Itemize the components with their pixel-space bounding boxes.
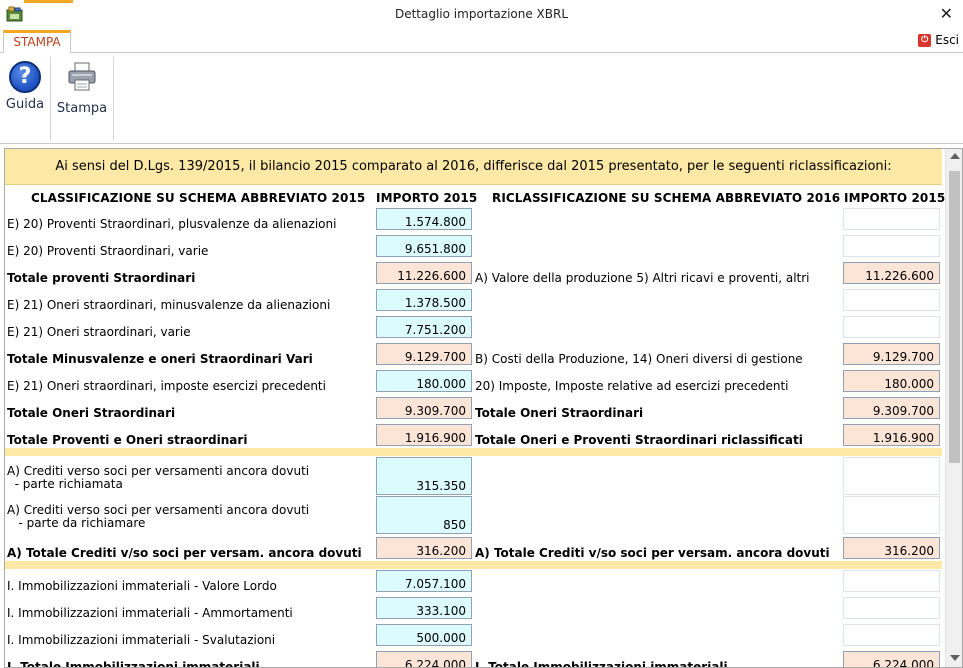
stampa-label: Stampa bbox=[56, 101, 108, 116]
exit-label: Esci bbox=[935, 33, 959, 47]
row-label: Totale proventi Straordinari bbox=[7, 271, 196, 285]
row-label-right: A) Valore della produzione 5) Altri rica… bbox=[475, 271, 810, 285]
help-icon: ? bbox=[9, 61, 41, 93]
row-label: A) Crediti verso soci per versamenti anc… bbox=[7, 503, 310, 517]
scroll-thumb[interactable] bbox=[949, 171, 960, 463]
row-label: Totale Proventi e Oneri straordinari bbox=[7, 433, 248, 447]
amount-cell: 315.350 bbox=[376, 457, 472, 495]
section-separator bbox=[5, 561, 942, 569]
amount-cell-empty bbox=[843, 496, 940, 534]
amount-cell: 316.200 bbox=[376, 537, 472, 559]
exit-button[interactable]: ⏻ Esci bbox=[918, 33, 959, 47]
report-frame: Ai sensi del D.Lgs. 139/2015, il bilanci… bbox=[4, 148, 963, 668]
amount-cell-right: 316.200 bbox=[843, 537, 940, 559]
close-icon[interactable]: ✕ bbox=[940, 4, 953, 23]
ribbon-separator bbox=[113, 57, 114, 141]
amount-cell: 9.129.700 bbox=[376, 343, 472, 365]
amount-cell: 180.000 bbox=[376, 370, 472, 392]
amount-cell-right: 11.226.600 bbox=[843, 262, 940, 284]
ribbon: ? Guida Stampa bbox=[0, 53, 963, 144]
row-label-right: A) Totale Crediti v/so soci per versam. … bbox=[475, 546, 830, 560]
amount-cell-empty bbox=[843, 289, 940, 311]
amount-cell-right: 180.000 bbox=[843, 370, 940, 392]
amount-cell: 7.751.200 bbox=[376, 316, 472, 338]
row-label-sub: - parte da richiamare bbox=[7, 516, 146, 530]
row-label-right: B) Costi della Produzione, 14) Oneri div… bbox=[475, 352, 803, 366]
amount-cell-right: 9.129.700 bbox=[843, 343, 940, 365]
row-label-sub: - parte richiamata bbox=[7, 477, 123, 491]
amount-cell: 11.226.600 bbox=[376, 262, 472, 284]
amount-cell: 333.100 bbox=[376, 597, 472, 619]
row-label: E) 21) Oneri straordinari, varie bbox=[7, 325, 191, 339]
power-icon: ⏻ bbox=[918, 33, 932, 47]
row-label-right: Totale Oneri Straordinari bbox=[475, 406, 644, 420]
amount-cell: 500.000 bbox=[376, 624, 472, 646]
header-classificazione-2015: CLASSIFICAZIONE SU SCHEMA ABBREVIATO 201… bbox=[31, 191, 366, 205]
section-separator bbox=[5, 448, 942, 456]
row-label: E) 21) Oneri straordinari, minusvalenze … bbox=[7, 298, 331, 312]
amount-cell-right: 1.916.900 bbox=[843, 424, 940, 446]
amount-cell: 850 bbox=[376, 496, 472, 534]
title-bar: Dettaglio importazione XBRL ✕ bbox=[0, 0, 963, 30]
guida-label: Guida bbox=[5, 97, 45, 112]
amount-cell: 9.309.700 bbox=[376, 397, 472, 419]
window-title: Dettaglio importazione XBRL bbox=[394, 7, 569, 21]
ribbon-tabbar: STAMPA ⏻ Esci bbox=[0, 30, 963, 54]
row-label: I. Totale Immobilizzazioni immateriali bbox=[7, 660, 260, 668]
row-label: A) Totale Crediti v/so soci per versam. … bbox=[7, 546, 362, 560]
amount-cell: 9.651.800 bbox=[376, 235, 472, 257]
row-label-right: I. Totale Immobilizzazioni immateriali bbox=[475, 660, 728, 668]
amount-cell-right: 6.224.000 bbox=[843, 651, 940, 667]
row-label-right: Totale Oneri e Proventi Straordinari ric… bbox=[475, 433, 803, 447]
header-riclassificazione-2016: RICLASSIFICAZIONE SU SCHEMA ABBREVIATO 2… bbox=[492, 191, 841, 205]
header-importo-2015-right: IMPORTO 2015 bbox=[844, 191, 946, 205]
amount-cell-empty bbox=[843, 235, 940, 257]
row-label: E) 21) Oneri straordinari, imposte eserc… bbox=[7, 379, 326, 393]
amount-cell-empty bbox=[843, 570, 940, 592]
tab-stampa[interactable]: STAMPA bbox=[3, 30, 71, 54]
row-label-right: 20) Imposte, Imposte relative ad eserciz… bbox=[475, 379, 789, 393]
notice-banner: Ai sensi del D.Lgs. 139/2015, il bilanci… bbox=[5, 149, 942, 185]
title-accent bbox=[24, 0, 73, 3]
amount-cell: 7.057.100 bbox=[376, 570, 472, 592]
row-label: Totale Oneri Straordinari bbox=[7, 406, 176, 420]
amount-cell-empty bbox=[843, 208, 940, 230]
stampa-button[interactable]: Stampa bbox=[56, 59, 108, 116]
scroll-down-icon[interactable] bbox=[950, 655, 960, 661]
amount-cell: 1.378.500 bbox=[376, 289, 472, 311]
amount-cell-empty bbox=[843, 597, 940, 619]
row-label: A) Crediti verso soci per versamenti anc… bbox=[7, 464, 310, 478]
amount-cell-empty bbox=[843, 316, 940, 338]
guida-button[interactable]: ? Guida bbox=[4, 59, 46, 113]
row-label: E) 20) Proventi Straordinari, varie bbox=[7, 244, 209, 258]
scroll-up-icon[interactable] bbox=[950, 153, 960, 159]
amount-cell: 6.224.000 bbox=[376, 651, 472, 667]
header-importo-2015-left: IMPORTO 2015 bbox=[376, 191, 478, 205]
row-label: I. Immobilizzazioni immateriali - Svalut… bbox=[7, 633, 276, 647]
amount-cell: 1.916.900 bbox=[376, 424, 472, 446]
amount-cell-right: 9.309.700 bbox=[843, 397, 940, 419]
amount-cell: 1.574.800 bbox=[376, 208, 472, 230]
row-label: Totale Minusvalenze e oneri Straordinari… bbox=[7, 352, 313, 366]
row-label: I. Immobilizzazioni immateriali - Valore… bbox=[7, 579, 277, 593]
printer-icon bbox=[68, 62, 96, 91]
row-label: E) 20) Proventi Straordinari, plusvalenz… bbox=[7, 217, 337, 231]
amount-cell-empty bbox=[843, 624, 940, 646]
vertical-scrollbar[interactable] bbox=[945, 149, 962, 667]
ribbon-separator bbox=[50, 57, 51, 141]
row-label: I. Immobilizzazioni immateriali - Ammort… bbox=[7, 606, 293, 620]
amount-cell-empty bbox=[843, 457, 940, 495]
